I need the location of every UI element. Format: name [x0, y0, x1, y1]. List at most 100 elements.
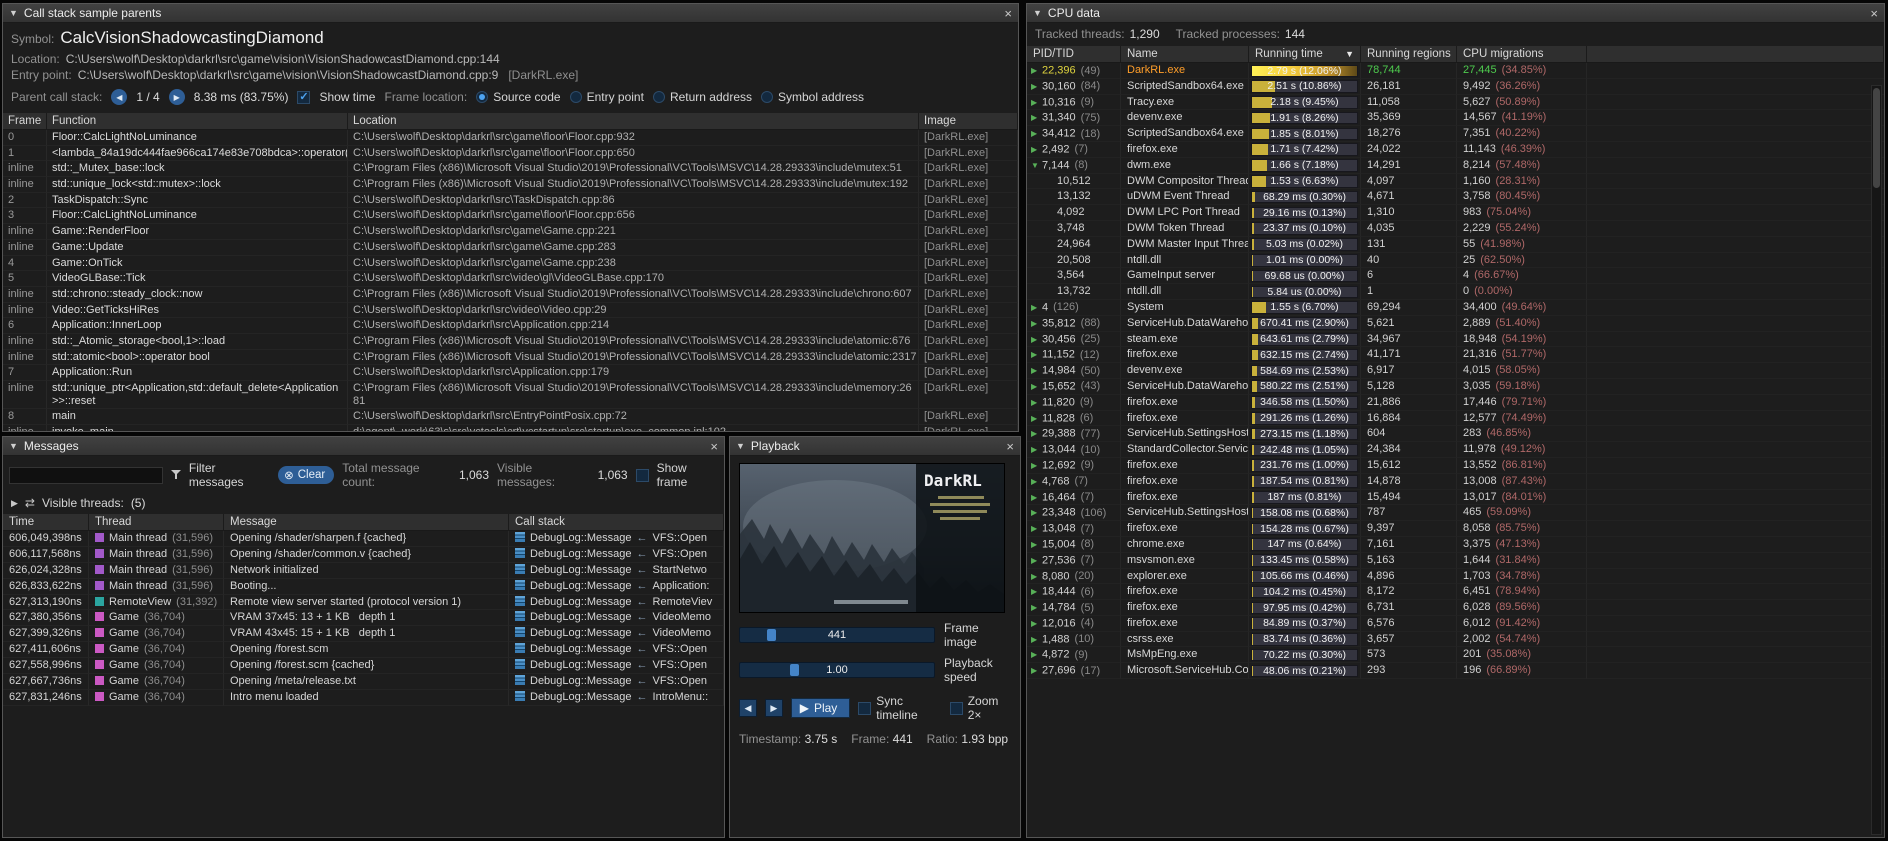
- sync-timeline-option[interactable]: Sync timeline: [858, 694, 941, 722]
- message-callstack[interactable]: DebugLog::MessageVFS::Open: [509, 674, 724, 690]
- message-row[interactable]: 627,831,246ns Game(36,704) Intro menu lo…: [3, 690, 724, 706]
- message-callstack[interactable]: DebugLog::MessageVFS::Open: [509, 547, 724, 563]
- expand-icon[interactable]: ▶: [1031, 443, 1042, 457]
- sync-timeline-checkbox[interactable]: [858, 702, 871, 715]
- cpu-row[interactable]: ▶30,456(25) steam.exe 643.61 ms (2.79%) …: [1027, 332, 1884, 348]
- frame-location[interactable]: C:\Program Files (x86)\Microsoft Visual …: [348, 381, 919, 409]
- cpu-row[interactable]: 13,132 uDWM Event Thread 68.29 ms (0.30%…: [1027, 189, 1884, 205]
- show-frame-checkbox[interactable]: [636, 469, 649, 482]
- play-button[interactable]: ▶ Play: [791, 698, 851, 718]
- cpu-row[interactable]: ▶23,348(106) ServiceHub.SettingsHost.exe…: [1027, 505, 1884, 521]
- expand-icon[interactable]: ▶: [1031, 64, 1042, 78]
- expand-icon[interactable]: ▶: [1031, 506, 1042, 520]
- radio-icon[interactable]: [476, 91, 488, 103]
- callstack-row[interactable]: inline Video::GetTicksHiRes C:\Users\wol…: [3, 303, 1018, 319]
- message-callstack[interactable]: DebugLog::MessageVFS::Open: [509, 658, 724, 674]
- callstack-row[interactable]: inline Game::Update C:\Users\wolf\Deskto…: [3, 240, 1018, 256]
- cpu-row[interactable]: ▶13,048(7) firefox.exe 154.28 ms (0.67%)…: [1027, 521, 1884, 537]
- callstack-row[interactable]: 8 main C:\Users\wolf\Desktop\darkrl\src\…: [3, 409, 1018, 425]
- callstack-row[interactable]: 1 <lambda_84a19dc444fae966ca174e83e708bd…: [3, 146, 1018, 162]
- message-callstack[interactable]: DebugLog::MessageRemoteViev: [509, 595, 724, 611]
- frame-location[interactable]: C:\Users\wolf\Desktop\darkrl\src\game\Ga…: [348, 224, 919, 240]
- cpu-row[interactable]: ▶18,444(6) firefox.exe 104.2 ms (0.45%) …: [1027, 584, 1884, 600]
- cpu-row[interactable]: ▶11,152(12) firefox.exe 632.15 ms (2.74%…: [1027, 347, 1884, 363]
- collapse-icon[interactable]: ▼: [9, 441, 18, 451]
- collapse-icon[interactable]: ▼: [1033, 8, 1042, 18]
- visible-threads-row[interactable]: ▶ ⇄ Visible threads: (5): [3, 494, 724, 514]
- cpu-row[interactable]: ▶12,016(4) firefox.exe 84.89 ms (0.37%) …: [1027, 616, 1884, 632]
- cpu-row[interactable]: ▶13,044(10) StandardCollector.Service.ex…: [1027, 442, 1884, 458]
- show-time-checkbox[interactable]: [297, 91, 310, 104]
- callstack-row[interactable]: inline std::unique_ptr<Application,std::…: [3, 381, 1018, 409]
- message-row[interactable]: 627,558,996ns Game(36,704) Opening /fore…: [3, 658, 724, 674]
- filter-input[interactable]: [9, 467, 163, 484]
- frame-location[interactable]: C:\Program Files (x86)\Microsoft Visual …: [348, 161, 919, 177]
- frame-location[interactable]: C:\Users\wolf\Desktop\darkrl\src\video\V…: [348, 303, 919, 319]
- expand-icon[interactable]: ▶: [1031, 648, 1042, 662]
- expand-icon[interactable]: ▶: [1031, 459, 1042, 473]
- expand-icon[interactable]: ▶: [1031, 491, 1042, 505]
- message-row[interactable]: 626,024,328ns Main thread(31,596) Networ…: [3, 563, 724, 579]
- playback-titlebar[interactable]: ▼ Playback ×: [730, 437, 1020, 456]
- frame-function[interactable]: std::chrono::steady_clock::now: [47, 287, 348, 303]
- callstack-titlebar[interactable]: ▼ Call stack sample parents ×: [3, 4, 1018, 23]
- frame-function[interactable]: Video::GetTicksHiRes: [47, 303, 348, 319]
- step-back-button[interactable]: ◀: [739, 699, 757, 717]
- radio-icon[interactable]: [761, 91, 773, 103]
- cpu-row[interactable]: ▶4,872(9) MsMpEng.exe 70.22 ms (0.30%) 5…: [1027, 647, 1884, 663]
- callstack-row[interactable]: inline std::_Mutex_base::lock C:\Program…: [3, 161, 1018, 177]
- message-callstack[interactable]: DebugLog::MessageVideoMemo: [509, 610, 724, 626]
- prev-parent-button[interactable]: ◀: [111, 89, 127, 105]
- callstack-row[interactable]: inline std::chrono::steady_clock::now C:…: [3, 287, 1018, 303]
- expand-icon[interactable]: ▶: [1031, 111, 1042, 125]
- collapse-icon[interactable]: ▼: [9, 8, 18, 18]
- cpu-row[interactable]: ▶22,396(49) DarkRL.exe 2.79 s (12.06%) 7…: [1027, 63, 1884, 79]
- step-forward-button[interactable]: ▶: [765, 699, 783, 717]
- message-row[interactable]: 627,380,356ns Game(36,704) VRAM 37x45: 1…: [3, 610, 724, 626]
- callstack-row[interactable]: inline Game::RenderFloor C:\Users\wolf\D…: [3, 224, 1018, 240]
- cpu-row[interactable]: ▶14,984(50) devenv.exe 584.69 ms (2.53%)…: [1027, 363, 1884, 379]
- frame-function[interactable]: Floor::CalcLightNoLuminance: [47, 130, 348, 146]
- callstack-row[interactable]: inline std::unique_lock<std::mutex>::loc…: [3, 177, 1018, 193]
- frame-function[interactable]: invoke_main: [47, 425, 348, 431]
- close-icon[interactable]: ×: [1006, 440, 1014, 453]
- frame-function[interactable]: Game::RenderFloor: [47, 224, 348, 240]
- frame-location[interactable]: C:\Users\wolf\Desktop\darkrl\src\game\fl…: [348, 130, 919, 146]
- expand-icon[interactable]: ▶: [1031, 633, 1042, 647]
- frame-function[interactable]: Application::Run: [47, 365, 348, 381]
- frame-location[interactable]: C:\Users\wolf\Desktop\darkrl\src\EntryPo…: [348, 409, 919, 425]
- col-pid-tid[interactable]: PID/TID: [1027, 46, 1121, 63]
- message-callstack[interactable]: DebugLog::MessageIntroMenu::: [509, 690, 724, 706]
- expand-icon[interactable]: ▶: [1031, 143, 1042, 157]
- cpu-row[interactable]: ▶34,412(18) ScriptedSandbox64.exe 1.85 s…: [1027, 126, 1884, 142]
- cpu-row[interactable]: 3,748 DWM Token Thread 23.37 ms (0.10%) …: [1027, 221, 1884, 237]
- message-callstack[interactable]: DebugLog::MessageApplication:: [509, 579, 724, 595]
- cpu-row[interactable]: ▶12,692(9) firefox.exe 231.76 ms (1.00%)…: [1027, 458, 1884, 474]
- close-icon[interactable]: ×: [1870, 7, 1878, 20]
- cpu-row[interactable]: ▼7,144(8) dwm.exe 1.66 s (7.18%) 14,291 …: [1027, 158, 1884, 174]
- cpu-row[interactable]: ▶30,160(84) ScriptedSandbox64.exe 2.51 s…: [1027, 79, 1884, 95]
- expand-icon[interactable]: ▶: [1031, 522, 1042, 536]
- col-name[interactable]: Name: [1121, 46, 1249, 63]
- cpu-row[interactable]: ▶10,316(9) Tracy.exe 2.18 s (9.45%) 11,0…: [1027, 95, 1884, 111]
- frame-function[interactable]: Game::Update: [47, 240, 348, 256]
- callstack-row[interactable]: 6 Application::InnerLoop C:\Users\wolf\D…: [3, 318, 1018, 334]
- expand-icon[interactable]: ▼: [1031, 159, 1042, 173]
- frame-function[interactable]: <lambda_84a19dc444fae966ca174e83e708bdca…: [47, 146, 348, 162]
- col-running-regions[interactable]: Running regions: [1361, 46, 1457, 63]
- clear-button[interactable]: ⊗ Clear: [278, 466, 334, 484]
- frame-location[interactable]: C:\Users\wolf\Desktop\darkrl\src\Applica…: [348, 365, 919, 381]
- expand-icon[interactable]: ▶: [1031, 601, 1042, 615]
- speed-slider[interactable]: 1.00: [739, 662, 935, 678]
- frame-location-radio[interactable]: Return address: [653, 90, 752, 104]
- frame-location[interactable]: C:\Program Files (x86)\Microsoft Visual …: [348, 334, 919, 350]
- frame-location[interactable]: C:\Users\wolf\Desktop\darkrl\src\game\fl…: [348, 208, 919, 224]
- message-row[interactable]: 626,833,622ns Main thread(31,596) Bootin…: [3, 579, 724, 595]
- cpu-row[interactable]: 3,564 GameInput server 69.68 us (0.00%) …: [1027, 268, 1884, 284]
- close-icon[interactable]: ×: [710, 440, 718, 453]
- frame-image-preview[interactable]: DarkRL: [739, 463, 1005, 613]
- cpu-row[interactable]: ▶11,820(9) firefox.exe 346.58 ms (1.50%)…: [1027, 395, 1884, 411]
- cpu-titlebar[interactable]: ▼ CPU data ×: [1027, 4, 1884, 23]
- expand-icon[interactable]: ▶: [1031, 317, 1042, 331]
- expand-icon[interactable]: ▶: [1031, 412, 1042, 426]
